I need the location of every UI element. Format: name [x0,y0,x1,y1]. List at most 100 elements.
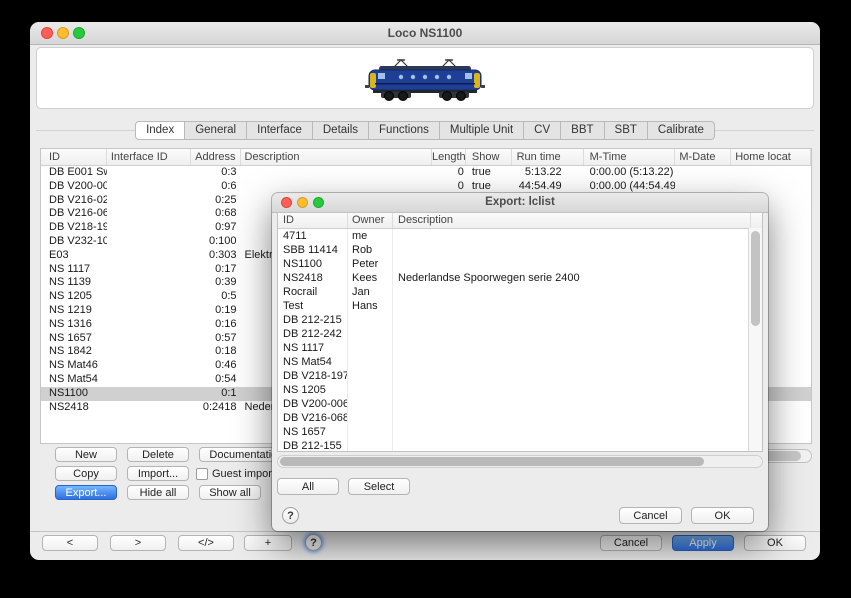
cell: NS 1842 [41,345,107,359]
guest-import-checkbox[interactable] [196,468,208,480]
cell [348,397,393,411]
column-header[interactable]: Owner [348,213,393,228]
column-header[interactable]: Length [432,149,466,165]
show-all-button[interactable]: Show all [199,485,261,500]
column-header[interactable]: Address [191,149,241,165]
xml-button[interactable]: </> [178,535,234,551]
all-button[interactable]: All [277,478,339,495]
select-button[interactable]: Select [348,478,410,495]
cell: 4711 [278,229,348,243]
copy-button[interactable]: Copy [55,466,117,481]
dialog-cancel-button[interactable]: Cancel [619,507,682,524]
export-row[interactable]: TestHans [278,299,762,313]
export-row[interactable]: NS 1657 [278,425,762,439]
cell [107,194,191,208]
add-button[interactable]: + [244,535,292,551]
dialog-help-button[interactable]: ? [282,507,299,524]
column-header[interactable]: Description [241,149,432,165]
vscrollbar-thumb[interactable] [751,231,760,326]
cell: NS 1139 [41,276,107,290]
cell [393,425,751,439]
export-row[interactable]: DB V218-197 [278,369,762,383]
export-row[interactable]: NS1100Peter [278,257,762,271]
cell [348,411,393,425]
export-button[interactable]: Export... [55,485,117,500]
screen: Loco NS1100 [0,0,851,598]
main-titlebar[interactable]: Loco NS1100 [30,22,820,45]
cell: 0:2418 [191,401,241,415]
column-header[interactable]: Description [393,213,751,228]
column-header[interactable]: Home locat [731,149,811,165]
export-row[interactable]: DB 212-155 [278,439,762,452]
cell: 0:39 [191,276,241,290]
cancel-button[interactable]: Cancel [600,535,662,551]
tab-index[interactable]: Index [135,121,185,140]
export-row[interactable]: NS 1205 [278,383,762,397]
column-header[interactable]: Show [466,149,512,165]
cell: 0:17 [191,263,241,277]
next-button[interactable]: > [110,535,166,551]
dialog-ok-button[interactable]: OK [691,507,754,524]
column-header[interactable]: Run time [512,149,584,165]
prev-button[interactable]: < [42,535,98,551]
cell [107,263,191,277]
export-table-header: IDOwnerDescription [278,213,762,229]
cell: 0 [432,180,466,194]
cell: 5:13.22 [512,166,584,180]
new-button[interactable]: New [55,447,117,462]
column-header[interactable]: M-Time [584,149,676,165]
dialog-title: Export: lclist [272,196,768,208]
column-header[interactable]: ID [278,213,348,228]
column-header[interactable]: M-Date [675,149,731,165]
tab-cv[interactable]: CV [523,121,561,140]
tab-interface[interactable]: Interface [246,121,313,140]
cell: 0:100 [191,235,241,249]
import-button[interactable]: Import... [127,466,189,481]
tab-bar: IndexGeneralInterfaceDetailsFunctionsMul… [30,121,820,140]
cell [348,369,393,383]
tab-bbt[interactable]: BBT [560,121,604,140]
export-table-hscrollbar[interactable] [277,455,763,468]
cell: 0:3 [191,166,241,180]
export-row[interactable]: NS2418KeesNederlandse Spoorwegen serie 2… [278,271,762,285]
export-table-vscrollbar[interactable] [748,228,762,451]
column-header[interactable]: ID [41,149,107,165]
export-row[interactable]: SBB 11414Rob [278,243,762,257]
export-row[interactable]: DB V216-068 [278,411,762,425]
cell: NS Mat46 [41,359,107,373]
tab-multiple-unit[interactable]: Multiple Unit [439,121,524,140]
dialog-titlebar[interactable]: Export: lclist [272,193,768,213]
cell [107,249,191,263]
hide-all-button[interactable]: Hide all [127,485,189,500]
cell [107,235,191,249]
loco-row[interactable]: DB E001 Sw0:30true5:13.220:00.00 (5:13.2… [41,166,811,180]
ok-button[interactable]: OK [744,535,806,551]
cell [393,355,751,369]
export-row[interactable]: DB V200-006 [278,397,762,411]
export-row[interactable]: RocrailJan [278,285,762,299]
hscrollbar-thumb[interactable] [280,457,704,466]
export-row[interactable]: 4711me [278,229,762,243]
column-header[interactable]: Interface ID [107,149,191,165]
tab-sbt[interactable]: SBT [604,121,648,140]
loco-row[interactable]: DB V200-0060:60true44:54.490:00.00 (44:5… [41,180,811,194]
help-button[interactable]: ? [305,534,322,551]
tab-details[interactable]: Details [312,121,369,140]
tab-calibrate[interactable]: Calibrate [647,121,715,140]
cell [731,166,811,180]
tab-functions[interactable]: Functions [368,121,440,140]
tab-general[interactable]: General [184,121,247,140]
cell: 0:25 [191,194,241,208]
cell: DB V200-006 [278,397,348,411]
cell [393,369,751,383]
delete-button[interactable]: Delete [127,447,189,462]
export-row[interactable]: DB 212-215 [278,313,762,327]
export-row[interactable]: DB 212-242 [278,327,762,341]
cell [241,166,432,180]
export-row[interactable]: NS Mat54 [278,355,762,369]
apply-button[interactable]: Apply [672,535,734,551]
cell: DB 212-155 [278,439,348,452]
cell [348,327,393,341]
export-row[interactable]: NS 1117 [278,341,762,355]
cell: NS 1205 [41,290,107,304]
